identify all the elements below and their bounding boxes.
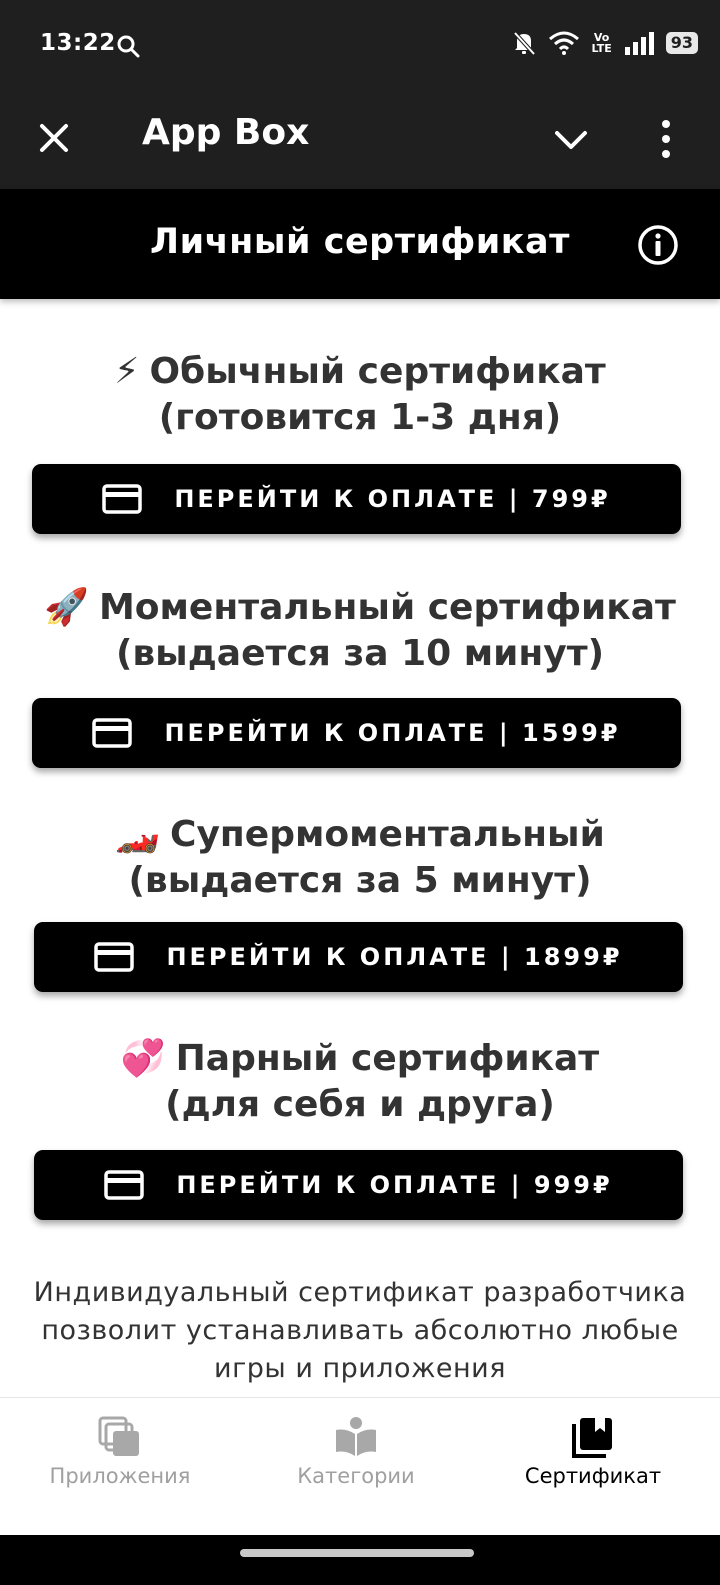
chevron-down-icon[interactable] (548, 116, 594, 162)
rocket-icon: 🚀 (44, 587, 89, 628)
credit-card-icon (92, 718, 133, 748)
offer-title-super-instant: 🏎️ Супермоментальный (выдается за 5 минут… (0, 812, 720, 904)
volte-icon: Vo LTE (591, 31, 612, 55)
bell-off-icon (513, 31, 535, 56)
offer-title-regular: ⚡ Обычный сертификат (готовится 1-3 дня) (0, 349, 720, 441)
pay-button-label: ПЕРЕЙТИ К ОПЛАТЕ | 1599₽ (164, 719, 621, 747)
certificate-description: Индивидуальный сертификат разработчика п… (33, 1277, 687, 1384)
search-icon (117, 35, 140, 58)
nav-label: Приложения (49, 1464, 191, 1488)
offer-title-pair: 💞 Парный сертификат (для себя и друга) (0, 1036, 720, 1128)
info-icon[interactable] (636, 223, 680, 267)
nav-item-categories[interactable]: Категории (236, 1416, 476, 1488)
offer-title-line1: Супермоментальный (170, 814, 605, 855)
race-car-icon: 🏎️ (115, 814, 161, 855)
gesture-bar (0, 1535, 720, 1585)
pay-button-super-instant[interactable]: ПЕРЕЙТИ К ОПЛАТЕ | 1899₽ (34, 922, 683, 992)
app-title: App Box (142, 112, 310, 153)
battery-icon: 93 (665, 32, 698, 54)
page-header: Личный сертификат (0, 189, 720, 299)
nav-item-apps[interactable]: Приложения (0, 1416, 240, 1488)
lightning-icon: ⚡ (114, 351, 140, 392)
home-gesture-handle[interactable] (240, 1549, 474, 1557)
offer-title-instant: 🚀 Моментальный сертификат (выдается за 10… (0, 585, 720, 677)
offer-title-line2: (выдается за 5 минут) (128, 860, 592, 901)
offer-title-line2: (выдается за 10 минут) (115, 633, 605, 674)
pay-button-label: ПЕРЕЙТИ К ОПЛАТЕ | 999₽ (176, 1171, 613, 1199)
nav-label: Категории (297, 1464, 415, 1488)
offer-title-line2: (для себя и друга) (165, 1084, 555, 1125)
credit-card-icon (102, 484, 143, 514)
nav-item-certificate[interactable]: Сертификат (473, 1416, 713, 1488)
pay-button-pair[interactable]: ПЕРЕЙТИ К ОПЛАТЕ | 999₽ (34, 1150, 683, 1220)
offer-title-line1: Моментальный сертификат (98, 587, 676, 628)
app-bar: App Box (0, 92, 720, 189)
wifi-icon (548, 31, 579, 55)
status-icons: Vo LTE 93 (512, 30, 698, 56)
page-title: Личный сертификат (150, 222, 570, 262)
pay-button-label: ПЕРЕЙТИ К ОПЛАТЕ | 799₽ (174, 485, 611, 513)
offer-title-line1: Парный сертификат (175, 1038, 600, 1079)
more-vertical-icon[interactable] (648, 114, 684, 164)
status-bar: 13:22 Vo LTE 93 (0, 0, 720, 92)
offer-title-line1: Обычный сертификат (149, 351, 606, 392)
pay-button-instant[interactable]: ПЕРЕЙТИ К ОПЛАТЕ | 1599₽ (32, 698, 681, 768)
credit-card-icon (94, 942, 135, 972)
close-icon[interactable] (32, 116, 76, 160)
signal-icon (624, 32, 654, 55)
apps-stack-icon (98, 1416, 139, 1456)
offer-title-line2: (готовится 1-3 дня) (158, 397, 562, 438)
open-book-icon (336, 1417, 376, 1456)
certificate-options: ⚡ Обычный сертификат (готовится 1-3 дня) … (0, 299, 720, 1397)
status-time: 13:22 (40, 30, 116, 56)
bottom-navigation: Приложения Категории Сертификат (0, 1397, 720, 1536)
pay-button-regular[interactable]: ПЕРЕЙТИ К ОПЛАТЕ | 799₽ (32, 464, 681, 534)
credit-card-icon (104, 1170, 145, 1200)
hearts-icon: 💞 (120, 1038, 166, 1079)
pay-button-label: ПЕРЕЙТИ К ОПЛАТЕ | 1899₽ (166, 943, 623, 971)
certificate-icon (572, 1418, 612, 1458)
nav-label: Сертификат (524, 1464, 662, 1488)
